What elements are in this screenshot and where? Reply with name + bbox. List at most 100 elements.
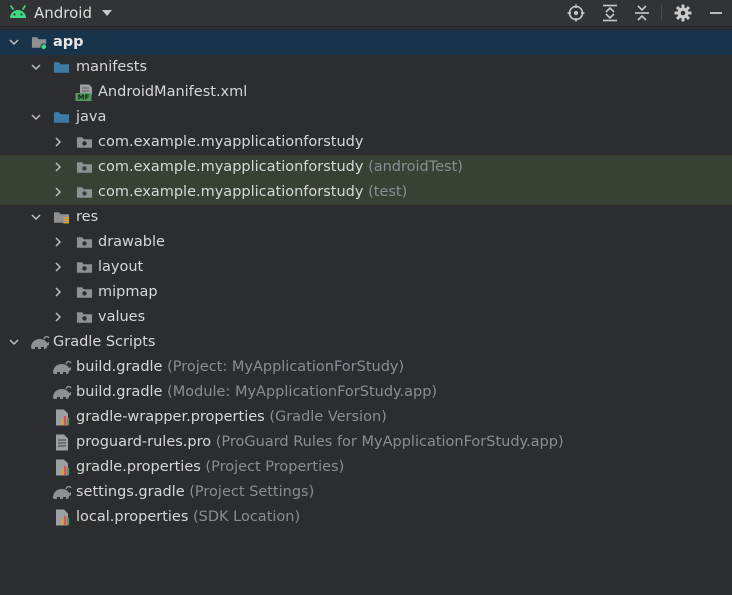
file-name: build.gradle xyxy=(76,384,163,400)
chevron-down-icon[interactable] xyxy=(8,36,20,48)
toolbar-separator xyxy=(661,5,662,21)
package-icon xyxy=(76,184,93,201)
tree-item-label: mipmap xyxy=(98,284,158,300)
folder-icon xyxy=(53,109,70,126)
tree-item-label: gradle-wrapper.properties (Gradle Versio… xyxy=(76,407,387,428)
file-name: gradle-wrapper.properties xyxy=(76,409,265,425)
chevron-down-icon[interactable] xyxy=(8,336,20,348)
package-hint: (test) xyxy=(368,184,408,200)
locate-icon[interactable] xyxy=(565,2,587,24)
manifest-badge: MF xyxy=(78,94,90,101)
chevron-down-icon xyxy=(101,9,113,17)
manifest-file-icon: MF xyxy=(75,84,97,101)
folder-icon xyxy=(76,259,93,276)
text-file-icon xyxy=(54,434,71,451)
tree-item-label: app xyxy=(53,34,84,50)
tree-item-android-manifest[interactable]: MF AndroidManifest.xml xyxy=(0,80,732,105)
tree-item-label: values xyxy=(98,309,146,325)
chevron-right-icon[interactable] xyxy=(52,161,64,173)
tree-item-manifests[interactable]: manifests xyxy=(0,55,732,80)
package-name: com.example.myapplicationforstudy xyxy=(98,184,364,200)
file-name: local.properties xyxy=(76,509,189,525)
tree-item-label: manifests xyxy=(76,59,148,75)
gradle-icon xyxy=(30,334,50,351)
tree-item-label: com.example.myapplicationforstudy (andro… xyxy=(98,157,463,178)
tree-item-label: Gradle Scripts xyxy=(53,334,156,350)
tree-item-java[interactable]: java xyxy=(0,105,732,130)
package-icon xyxy=(76,134,93,151)
chevron-down-icon[interactable] xyxy=(30,61,42,73)
minimize-icon[interactable] xyxy=(705,2,727,24)
tree-item-layout[interactable]: layout xyxy=(0,255,732,280)
chevron-right-icon[interactable] xyxy=(52,261,64,273)
tree-item-build-gradle-module[interactable]: build.gradle (Module: MyApplicationForSt… xyxy=(0,380,732,405)
module-folder-icon xyxy=(31,34,48,51)
gradle-icon xyxy=(52,359,72,376)
tree-item-proguard-rules[interactable]: proguard-rules.pro (ProGuard Rules for M… xyxy=(0,430,732,455)
tree-item-package[interactable]: com.example.myapplicationforstudy xyxy=(0,130,732,155)
project-view-selector[interactable]: Android xyxy=(8,0,113,26)
file-name: build.gradle xyxy=(76,359,163,375)
tree-item-label: layout xyxy=(98,259,144,275)
tree-item-settings-gradle[interactable]: settings.gradle (Project Settings) xyxy=(0,480,732,505)
tree-item-label: build.gradle (Module: MyApplicationForSt… xyxy=(76,382,437,403)
folder-icon xyxy=(76,234,93,251)
properties-file-icon xyxy=(54,409,71,426)
chevron-right-icon[interactable] xyxy=(52,286,64,298)
properties-file-icon xyxy=(54,509,71,526)
tree-item-app[interactable]: app xyxy=(0,30,732,55)
chevron-right-icon[interactable] xyxy=(52,236,64,248)
settings-icon[interactable] xyxy=(672,2,694,24)
file-name: proguard-rules.pro xyxy=(76,434,212,450)
tree-item-label: com.example.myapplicationforstudy xyxy=(98,134,364,150)
android-icon xyxy=(8,5,28,21)
tree-item-label: java xyxy=(76,109,107,125)
tree-item-label: build.gradle (Project: MyApplicationForS… xyxy=(76,357,404,378)
tree-item-package-android-test[interactable]: com.example.myapplicationforstudy (andro… xyxy=(0,155,732,180)
project-toolbar: Android xyxy=(0,0,732,27)
file-hint: (Project Properties) xyxy=(205,459,345,475)
tree-item-label: com.example.myapplicationforstudy (test) xyxy=(98,182,407,203)
chevron-right-icon[interactable] xyxy=(52,186,64,198)
tree-item-drawable[interactable]: drawable xyxy=(0,230,732,255)
tree-item-gradle-scripts[interactable]: Gradle Scripts xyxy=(0,330,732,355)
file-hint: (Project: MyApplicationForStudy) xyxy=(167,359,405,375)
tree-item-gradle-wrapper-properties[interactable]: gradle-wrapper.properties (Gradle Versio… xyxy=(0,405,732,430)
collapse-all-icon[interactable] xyxy=(631,2,653,24)
chevron-down-icon[interactable] xyxy=(30,111,42,123)
file-name: gradle.properties xyxy=(76,459,201,475)
file-hint: (Project Settings) xyxy=(189,484,315,500)
tree-item-label: settings.gradle (Project Settings) xyxy=(76,482,314,503)
chevron-right-icon[interactable] xyxy=(52,136,64,148)
file-hint: (SDK Location) xyxy=(193,509,301,525)
tree-item-values[interactable]: values xyxy=(0,305,732,330)
folder-icon xyxy=(76,309,93,326)
resource-folder-icon xyxy=(53,209,70,226)
tree-item-mipmap[interactable]: mipmap xyxy=(0,280,732,305)
tree-item-res[interactable]: res xyxy=(0,205,732,230)
gradle-icon xyxy=(52,384,72,401)
package-name: com.example.myapplicationforstudy xyxy=(98,159,364,175)
tree-item-local-properties[interactable]: local.properties (SDK Location) xyxy=(0,505,732,530)
tree-item-label: proguard-rules.pro (ProGuard Rules for M… xyxy=(76,432,564,453)
gradle-icon xyxy=(52,484,72,501)
chevron-down-icon[interactable] xyxy=(30,211,42,223)
tree-item-label: res xyxy=(76,209,99,225)
tree-item-package-test[interactable]: com.example.myapplicationforstudy (test) xyxy=(0,180,732,205)
tree-item-label: gradle.properties (Project Properties) xyxy=(76,457,344,478)
properties-file-icon xyxy=(54,459,71,476)
tree-item-label: drawable xyxy=(98,234,165,250)
folder-icon xyxy=(76,284,93,301)
tree-item-build-gradle-project[interactable]: build.gradle (Project: MyApplicationForS… xyxy=(0,355,732,380)
project-view-label: Android xyxy=(34,4,92,22)
tree-item-label: local.properties (SDK Location) xyxy=(76,507,300,528)
tree-item-gradle-properties[interactable]: gradle.properties (Project Properties) xyxy=(0,455,732,480)
file-hint: (ProGuard Rules for MyApplicationForStud… xyxy=(215,434,564,450)
file-hint: (Gradle Version) xyxy=(269,409,387,425)
expand-all-icon[interactable] xyxy=(599,2,621,24)
file-name: settings.gradle xyxy=(76,484,185,500)
chevron-right-icon[interactable] xyxy=(52,311,64,323)
package-icon xyxy=(76,159,93,176)
file-hint: (Module: MyApplicationForStudy.app) xyxy=(167,384,438,400)
package-hint: (androidTest) xyxy=(368,159,463,175)
